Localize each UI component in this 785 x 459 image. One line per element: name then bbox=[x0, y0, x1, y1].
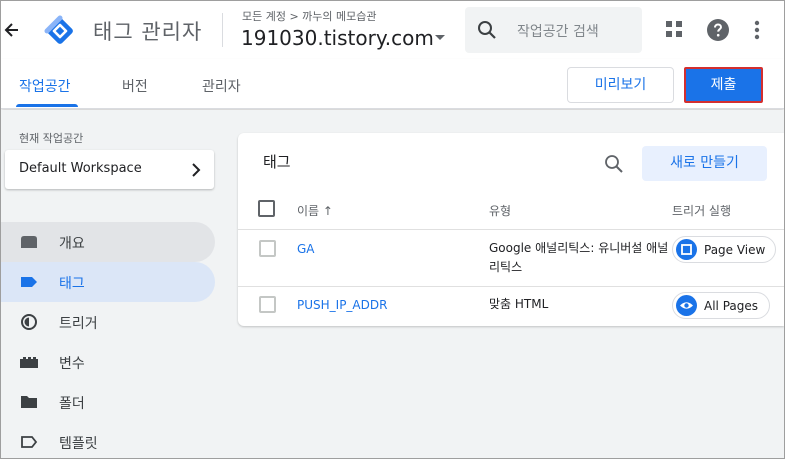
tags-panel: 태그 새로 만들기 이름 ↑ 유형 트리거 실행 GA Google 애널리틱스… bbox=[238, 133, 784, 326]
active-tab-indicator bbox=[16, 104, 78, 107]
row-divider bbox=[238, 286, 784, 287]
more-vert-icon[interactable] bbox=[751, 18, 763, 42]
tag-type: Google 애널리틱스: 유니버설 애널리틱스 bbox=[489, 241, 669, 274]
select-all-checkbox[interactable] bbox=[258, 200, 275, 217]
sidebar-item-label: 템플릿 bbox=[59, 436, 98, 452]
tag-icon bbox=[21, 277, 37, 287]
sidebar-item-label: 폴더 bbox=[59, 396, 85, 412]
sidebar-item-tags[interactable]: 태그 bbox=[1, 262, 215, 302]
new-tag-button[interactable]: 새로 만들기 bbox=[642, 146, 767, 181]
app-title: 태그 관리자 bbox=[93, 20, 203, 44]
sidebar-item-label: 변수 bbox=[59, 356, 85, 372]
row-checkbox[interactable] bbox=[259, 240, 276, 257]
sidebar-item-overview[interactable]: 개요 bbox=[1, 222, 215, 262]
breadcrumb[interactable]: 모든 계정 > 까누의 메모습관 bbox=[242, 8, 377, 24]
help-icon[interactable] bbox=[706, 18, 730, 42]
tags-panel-title: 태그 bbox=[263, 153, 291, 171]
tabs-bar: 작업공간 버전 관리자 미리보기 제출 bbox=[1, 59, 784, 109]
tag-type: 맞춤 HTML bbox=[489, 297, 549, 311]
sidebar-item-triggers[interactable]: 트리거 bbox=[1, 302, 215, 342]
sidebar-item-folders[interactable]: 폴더 bbox=[1, 382, 215, 422]
header-divider bbox=[222, 13, 223, 47]
search-placeholder: 작업공간 검색 bbox=[517, 24, 599, 40]
tag-name-link[interactable]: GA bbox=[297, 242, 315, 256]
workspace-name: Default Workspace bbox=[19, 161, 142, 176]
sidebar-item-templates[interactable]: 템플릿 bbox=[1, 422, 215, 458]
search-icon[interactable] bbox=[604, 154, 624, 174]
apps-grid-icon[interactable] bbox=[666, 21, 683, 38]
page-view-icon bbox=[676, 239, 697, 260]
column-header-triggers[interactable]: 트리거 실행 bbox=[672, 202, 731, 219]
sidebar-item-label: 태그 bbox=[59, 276, 85, 292]
trigger-chip-label: Page View bbox=[704, 243, 766, 257]
tab-workspace[interactable]: 작업공간 bbox=[19, 76, 71, 96]
workspace-search-input[interactable]: 작업공간 검색 bbox=[465, 7, 642, 53]
trigger-icon bbox=[21, 314, 37, 330]
container-selector[interactable]: 191030.tistory.com bbox=[241, 26, 434, 50]
sidebar-item-label: 개요 bbox=[59, 236, 85, 252]
workspace-selector[interactable]: Default Workspace bbox=[5, 150, 214, 189]
back-arrow-icon[interactable] bbox=[4, 19, 20, 41]
app-window: 태그 관리자 모든 계정 > 까누의 메모습관 191030.tistory.c… bbox=[0, 0, 785, 459]
eye-icon bbox=[676, 295, 697, 316]
tag-manager-logo-icon bbox=[44, 15, 73, 44]
tab-versions[interactable]: 버전 bbox=[122, 76, 148, 96]
variable-icon bbox=[20, 357, 38, 368]
chevron-right-icon bbox=[192, 163, 201, 177]
row-divider bbox=[238, 229, 784, 230]
trigger-chip[interactable]: All Pages bbox=[672, 292, 770, 319]
sidebar-item-variables[interactable]: 변수 bbox=[1, 342, 215, 382]
main-content: 현재 작업공간 Default Workspace 개요 태그 트리거 변수 폴… bbox=[1, 110, 784, 458]
column-header-type[interactable]: 유형 bbox=[489, 202, 511, 219]
preview-button[interactable]: 미리보기 bbox=[567, 67, 674, 103]
template-icon bbox=[21, 436, 38, 448]
row-checkbox[interactable] bbox=[259, 296, 276, 313]
overview-icon bbox=[21, 236, 37, 248]
top-header: 태그 관리자 모든 계정 > 까누의 메모습관 191030.tistory.c… bbox=[1, 1, 784, 59]
tab-admin[interactable]: 관리자 bbox=[202, 76, 241, 96]
caret-down-icon[interactable] bbox=[435, 35, 445, 40]
submit-button[interactable]: 제출 bbox=[684, 67, 763, 103]
trigger-chip[interactable]: Page View bbox=[672, 236, 776, 263]
column-header-name[interactable]: 이름 ↑ bbox=[297, 202, 333, 219]
workspace-label: 현재 작업공간 bbox=[19, 132, 84, 145]
search-icon bbox=[478, 21, 496, 39]
sidebar-item-label: 트리거 bbox=[59, 316, 98, 332]
folder-icon bbox=[21, 396, 37, 408]
tag-name-link[interactable]: PUSH_IP_ADDR bbox=[297, 298, 387, 312]
trigger-chip-label: All Pages bbox=[704, 299, 758, 313]
